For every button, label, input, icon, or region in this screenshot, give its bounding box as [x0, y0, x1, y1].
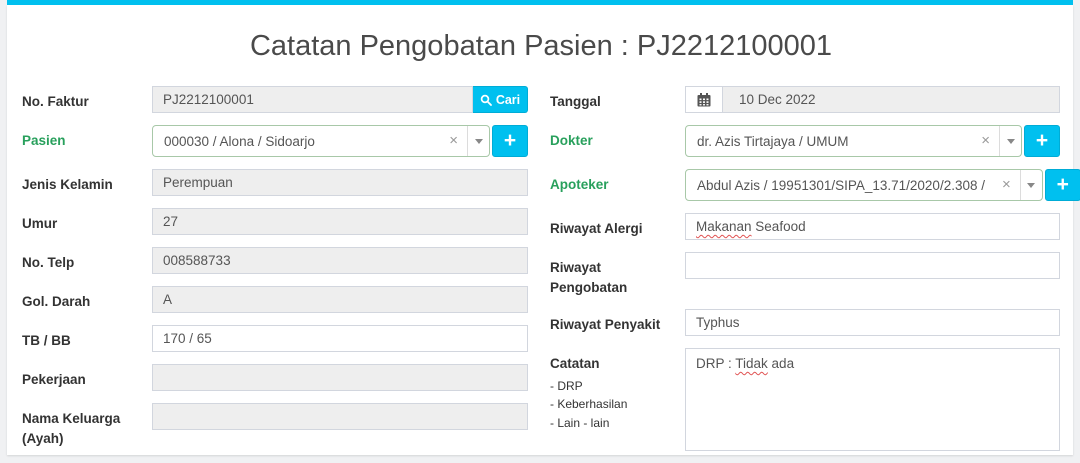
- dokter-select[interactable]: dr. Azis Tirtajaya / UMUM ×: [685, 125, 1022, 157]
- apoteker-label: Apoteker: [550, 169, 685, 195]
- jenis-kelamin-field: Perempuan: [152, 169, 528, 196]
- catatan-label: Catatan: [550, 354, 677, 374]
- pasien-select-value: 000030 / Alona / Sidoarjo: [153, 134, 440, 149]
- catatan-textarea[interactable]: DRP : Tidak ada: [685, 348, 1060, 451]
- row-riwayat-pengobatan: Riwayat Pengobatan: [550, 252, 1060, 297]
- pekerjaan-label: Pekerjaan: [22, 364, 152, 390]
- clear-icon[interactable]: ×: [440, 126, 467, 156]
- chevron-down-icon[interactable]: [999, 126, 1021, 156]
- riwayat-pengobatan-label: Riwayat Pengobatan: [550, 252, 685, 297]
- row-no-telp: No. Telp 008588733: [22, 247, 528, 274]
- catatan-sublabel-lain: - Lain - lain: [550, 414, 677, 433]
- riwayat-alergi-word: Makanan: [696, 219, 752, 234]
- accent-top-bar: [7, 0, 1073, 5]
- chevron-down-icon[interactable]: [1020, 170, 1042, 200]
- riwayat-penyakit-label: Riwayat Penyakit: [550, 309, 685, 335]
- catatan-sublabel-drp: - DRP: [550, 377, 677, 396]
- plus-icon: +: [1057, 171, 1069, 199]
- catatan-prefix: DRP :: [696, 356, 735, 371]
- dokter-select-value: dr. Azis Tirtajaya / UMUM: [686, 134, 972, 149]
- cari-button-label: Cari: [496, 93, 520, 107]
- catatan-rest: ada: [768, 356, 794, 371]
- pekerjaan-field: [152, 364, 528, 391]
- catatan-word: Tidak: [735, 356, 768, 371]
- patient-record-card: Catatan Pengobatan Pasien : PJ2212100001…: [7, 5, 1073, 455]
- riwayat-pengobatan-input[interactable]: [685, 252, 1060, 279]
- riwayat-alergi-rest: Seafood: [752, 219, 806, 234]
- catatan-sublabel-keberhasilan: - Keberhasilan: [550, 395, 677, 414]
- umur-label: Umur: [22, 208, 152, 234]
- clear-icon[interactable]: ×: [972, 126, 999, 156]
- no-faktur-label: No. Faktur: [22, 86, 152, 112]
- tanggal-label: Tanggal: [550, 86, 685, 112]
- apoteker-select-value: Abdul Azis / 19951301/SIPA_13.71/2020/2.…: [686, 178, 993, 193]
- plus-icon: +: [504, 127, 516, 155]
- add-dokter-button[interactable]: +: [1024, 125, 1060, 157]
- row-tb-bb: TB / BB: [22, 325, 528, 352]
- riwayat-penyakit-input[interactable]: [685, 309, 1060, 336]
- tb-bb-label: TB / BB: [22, 325, 152, 351]
- page-title: Catatan Pengobatan Pasien : PJ2212100001: [22, 28, 1060, 64]
- gol-darah-label: Gol. Darah: [22, 286, 152, 312]
- tb-bb-input[interactable]: [152, 325, 528, 352]
- umur-field: 27: [152, 208, 528, 235]
- row-jenis-kelamin: Jenis Kelamin Perempuan: [22, 169, 528, 196]
- chevron-down-icon[interactable]: [467, 126, 489, 156]
- row-riwayat-penyakit: Riwayat Penyakit: [550, 309, 1060, 336]
- dokter-label: Dokter: [550, 125, 685, 151]
- catatan-label-block: Catatan - DRP - Keberhasilan - Lain - la…: [550, 348, 685, 432]
- cari-button[interactable]: Cari: [473, 86, 528, 113]
- row-no-faktur: No. Faktur Cari: [22, 86, 528, 113]
- clear-icon[interactable]: ×: [993, 170, 1020, 200]
- row-pekerjaan: Pekerjaan: [22, 364, 528, 391]
- nama-keluarga-field: [152, 403, 528, 430]
- search-icon: [480, 94, 492, 106]
- row-pasien: Pasien 000030 / Alona / Sidoarjo × +: [22, 125, 528, 157]
- tanggal-field: 10 Dec 2022: [722, 86, 1060, 113]
- add-apoteker-button[interactable]: +: [1045, 169, 1080, 201]
- no-telp-field: 008588733: [152, 247, 528, 274]
- row-catatan: Catatan - DRP - Keberhasilan - Lain - la…: [550, 348, 1060, 451]
- gol-darah-field: A: [152, 286, 528, 313]
- add-pasien-button[interactable]: +: [492, 125, 528, 157]
- jenis-kelamin-label: Jenis Kelamin: [22, 169, 152, 195]
- catatan-sublabels: - DRP - Keberhasilan - Lain - lain: [550, 377, 677, 433]
- riwayat-alergi-label: Riwayat Alergi: [550, 213, 685, 239]
- no-telp-label: No. Telp: [22, 247, 152, 273]
- patient-form: No. Faktur Cari Pasien: [22, 86, 1060, 463]
- calendar-icon[interactable]: [685, 86, 722, 113]
- no-faktur-input[interactable]: [152, 86, 473, 113]
- row-nama-keluarga: Nama Keluarga (Ayah): [22, 403, 528, 448]
- riwayat-alergi-input[interactable]: Makanan Seafood: [685, 213, 1060, 240]
- form-left-column: No. Faktur Cari Pasien: [22, 86, 528, 463]
- row-apoteker: Apoteker Abdul Azis / 19951301/SIPA_13.7…: [550, 169, 1060, 201]
- plus-icon: +: [1036, 127, 1048, 155]
- row-tanggal: Tanggal 10 Dec 2022: [550, 86, 1060, 113]
- pasien-label: Pasien: [22, 125, 152, 151]
- nama-keluarga-label: Nama Keluarga (Ayah): [22, 403, 152, 448]
- apoteker-select[interactable]: Abdul Azis / 19951301/SIPA_13.71/2020/2.…: [685, 169, 1043, 201]
- row-umur: Umur 27: [22, 208, 528, 235]
- row-dokter: Dokter dr. Azis Tirtajaya / UMUM × +: [550, 125, 1060, 157]
- pasien-select[interactable]: 000030 / Alona / Sidoarjo ×: [152, 125, 490, 157]
- row-gol-darah: Gol. Darah A: [22, 286, 528, 313]
- row-riwayat-alergi: Riwayat Alergi Makanan Seafood: [550, 213, 1060, 240]
- form-right-column: Tanggal 10 Dec 2022 Dokter dr. Azis Tirt…: [550, 86, 1060, 463]
